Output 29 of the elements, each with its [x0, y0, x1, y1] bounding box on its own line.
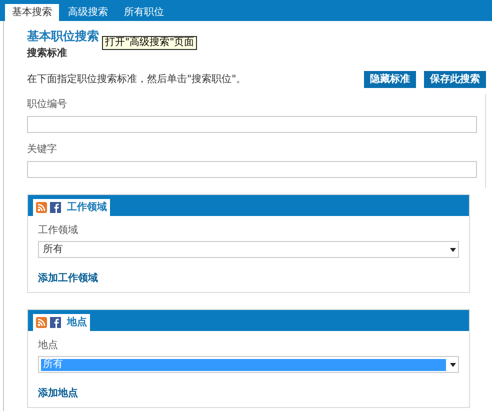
facebook-icon[interactable]: [50, 317, 61, 328]
action-button[interactable]: 保存此搜索: [424, 71, 486, 88]
add-link[interactable]: 添加工作领域: [38, 272, 459, 286]
page-heading: 基本职位搜索: [27, 28, 99, 44]
instructions: 在下面指定职位搜索标准，然后单击"搜索职位"。: [27, 72, 246, 87]
facebook-icon[interactable]: [50, 202, 61, 213]
input-field[interactable]: [27, 116, 477, 133]
dropdown-value: 所有: [41, 358, 446, 370]
field-label: 地点: [38, 339, 59, 353]
panel-title: 地点: [67, 316, 87, 330]
field-label: 关键字: [27, 143, 58, 157]
tab[interactable]: 基本搜索: [5, 4, 59, 21]
caret-icon: [450, 362, 456, 366]
section-heading: 搜索标准: [27, 47, 68, 61]
action-button[interactable]: 隐藏标准: [364, 71, 416, 88]
dropdown-value: 所有: [42, 242, 64, 257]
caret-icon: [450, 248, 456, 252]
tab[interactable]: 所有职位: [117, 4, 171, 21]
tooltip: 打开"高级搜索"页面: [102, 36, 198, 50]
dropdown-field[interactable]: 所有: [38, 241, 459, 258]
tab[interactable]: 高级搜索: [61, 4, 115, 21]
add-link[interactable]: 添加地点: [38, 387, 459, 401]
rss-icon[interactable]: [36, 317, 47, 328]
rss-icon[interactable]: [36, 202, 47, 213]
input-field[interactable]: [27, 161, 477, 178]
field-label: 工作领域: [38, 224, 79, 238]
dropdown-field[interactable]: 所有: [38, 356, 459, 373]
field-label: 职位编号: [27, 98, 68, 112]
panel-title: 工作领域: [67, 200, 107, 215]
